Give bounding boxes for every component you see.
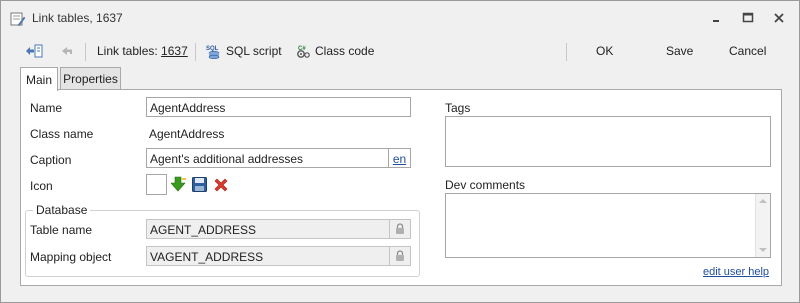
lock-icon — [396, 250, 404, 261]
up-arrow-icon — [62, 47, 72, 55]
caption-label: Caption — [30, 153, 72, 167]
scroll-up-icon[interactable] — [759, 198, 767, 204]
tab-main[interactable]: Main — [20, 67, 58, 91]
tab-main-label: Main — [25, 72, 52, 87]
ok-button[interactable]: OK — [596, 41, 613, 61]
table-name-label: Table name — [30, 223, 93, 237]
save-label: Save — [666, 44, 694, 58]
mapping-object-field[interactable]: VAGENT_ADDRESS — [146, 246, 390, 266]
tab-properties-label: Properties — [63, 72, 118, 86]
breadcrumb: Link tables: 1637 — [97, 41, 188, 61]
cancel-button[interactable]: Cancel — [729, 41, 766, 61]
caption-language-button[interactable]: en — [388, 148, 411, 168]
window-title: Link tables, 1637 — [32, 11, 123, 25]
close-icon — [774, 13, 784, 23]
ok-label: OK — [596, 44, 614, 58]
lock-icon — [396, 223, 404, 234]
mapping-object-label: Mapping object — [30, 250, 112, 264]
link-tables-app-icon — [10, 12, 26, 27]
delete-icon[interactable] — [213, 177, 229, 193]
back-arrow-icon — [26, 44, 43, 58]
table-name-field[interactable]: AGENT_ADDRESS — [146, 219, 390, 239]
toolbar-separator — [566, 43, 567, 61]
main-tab-panel: Name AgentAddress Class name AgentAddres… — [20, 89, 782, 286]
toolbar-separator — [85, 43, 86, 61]
title-bar: Link tables, 1637 — [1, 1, 799, 36]
maximize-button[interactable] — [739, 10, 757, 26]
up-button[interactable] — [60, 41, 74, 61]
name-label: Name — [30, 101, 63, 115]
code-icon: C# — [297, 46, 310, 58]
close-window-button[interactable] — [770, 10, 788, 26]
edit-user-help-link[interactable]: edit user help — [703, 266, 769, 278]
toolbar-separator — [195, 43, 196, 61]
sql-script-label: SQL script — [226, 44, 282, 58]
save-button[interactable]: Save — [666, 41, 693, 61]
scroll-down-icon[interactable] — [759, 247, 767, 253]
class-code-label: Class code — [315, 44, 375, 58]
tags-label: Tags — [445, 101, 471, 115]
floppy-icon[interactable] — [192, 177, 207, 192]
tags-input[interactable] — [445, 116, 771, 167]
dev-comments-scrollbar[interactable] — [755, 194, 770, 257]
tab-properties[interactable]: Properties — [60, 67, 121, 90]
cancel-label: Cancel — [729, 44, 767, 58]
back-button[interactable] — [24, 41, 44, 61]
class-name-value: AgentAddress — [149, 127, 225, 141]
class-code-button[interactable]: C# Class code — [295, 41, 374, 61]
database-group-title: Database — [33, 203, 91, 217]
name-field[interactable]: AgentAddress — [146, 97, 411, 117]
icon-label: Icon — [30, 179, 53, 193]
breadcrumb-prefix: Link tables: — [97, 44, 162, 58]
sql-script-button[interactable]: SQL SQL script — [206, 41, 282, 61]
table-name-lock-button[interactable] — [389, 219, 411, 239]
dev-comments-label: Dev comments — [445, 178, 526, 192]
dev-comments-input[interactable] — [445, 193, 771, 258]
minimize-icon — [713, 20, 719, 22]
database-groupbox: Database Table name AGENT_ADDRESS Mappin… — [25, 203, 420, 277]
breadcrumb-id-link[interactable]: 1637 — [161, 44, 188, 58]
dialog-window: Link tables, 1637 Link tables: 1637 SQL … — [0, 0, 800, 303]
toolbar: Link tables: 1637 SQL SQL script C# Clas… — [1, 36, 799, 66]
download-icon[interactable] — [171, 176, 187, 193]
sql-icon: SQL — [206, 46, 220, 59]
caption-field[interactable]: Agent's additional addresses — [146, 148, 389, 168]
mapping-object-lock-button[interactable] — [389, 246, 411, 266]
class-name-label: Class name — [30, 127, 94, 141]
icon-preview[interactable] — [146, 174, 167, 195]
minimize-button[interactable] — [707, 10, 725, 26]
maximize-icon — [742, 12, 754, 23]
